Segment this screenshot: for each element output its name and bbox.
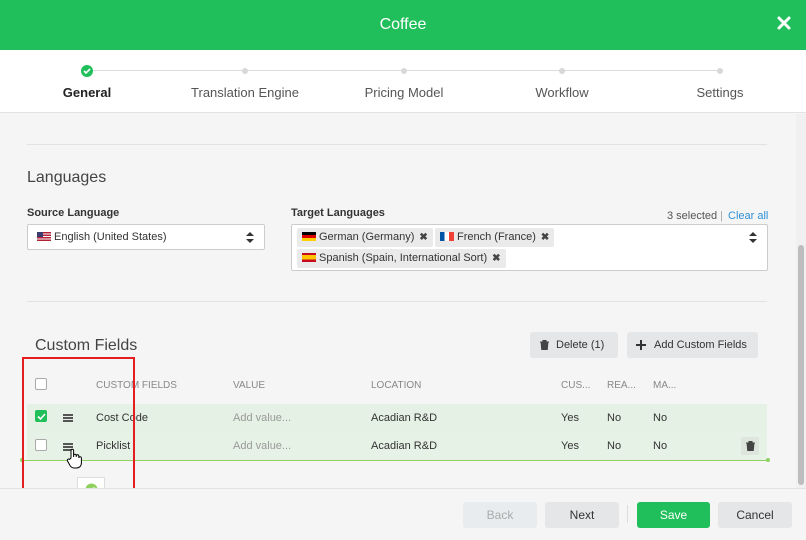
add-custom-fields-button[interactable]: Add Custom Fields: [627, 332, 758, 358]
field-rea: No: [607, 440, 622, 452]
step-dot: [401, 68, 407, 74]
step-label: Workflow: [535, 85, 589, 100]
field-cus: Yes: [561, 440, 579, 452]
selected-count: 3 selected: [667, 210, 718, 222]
column-header[interactable]: VALUE: [233, 380, 265, 391]
target-tag-german: German (Germany) ✖: [297, 228, 433, 247]
step-label: Pricing Model: [364, 85, 444, 100]
us-flag-icon: [37, 232, 51, 241]
fr-flag-icon: [440, 232, 454, 241]
value-input[interactable]: Add value...: [233, 412, 291, 424]
add-custom-fields-label: Add Custom Fields: [654, 339, 747, 351]
target-tag-spanish: Spanish (Spain, International Sort) ✖: [297, 249, 506, 268]
check-circle-icon: [81, 65, 93, 77]
sort-arrows-icon: [246, 232, 254, 243]
cancel-button[interactable]: Cancel: [718, 502, 792, 528]
delete-button[interactable]: Delete (1): [530, 332, 618, 358]
de-flag-icon: [302, 232, 316, 241]
step-label: Settings: [696, 85, 744, 100]
value-input[interactable]: Add value...: [233, 440, 291, 452]
source-language-label: Source Language: [27, 207, 120, 219]
plus-icon: [636, 340, 646, 350]
dialog-footer: Back Next Save Cancel: [0, 488, 806, 540]
divider: [27, 144, 767, 145]
scrollbar-thumb[interactable]: [798, 245, 804, 485]
field-ma: No: [653, 412, 668, 424]
source-language-value: English (United States): [37, 231, 167, 243]
field-ma: No: [653, 440, 668, 452]
tag-label: Spanish (Spain, International Sort): [319, 252, 488, 264]
footer-divider: [627, 505, 628, 523]
step-label: General: [62, 85, 112, 100]
target-languages-select[interactable]: German (Germany) ✖ French (France) ✖ Spani…: [291, 224, 768, 271]
dialog-header: Coffee: [0, 0, 806, 50]
remove-tag-icon[interactable]: ✖: [492, 253, 500, 264]
remove-tag-icon[interactable]: ✖: [419, 232, 427, 243]
column-header[interactable]: REA...: [607, 380, 636, 391]
divider: [27, 301, 767, 302]
column-header[interactable]: CUS...: [561, 380, 590, 391]
clear-all-link[interactable]: Clear all: [728, 210, 768, 222]
sort-arrows-icon: [749, 232, 757, 243]
field-cus: Yes: [561, 412, 579, 424]
dialog-title: Coffee: [379, 16, 427, 33]
column-header[interactable]: LOCATION: [371, 380, 421, 391]
trash-icon: [746, 441, 755, 451]
close-icon[interactable]: [776, 15, 792, 31]
field-rea: No: [607, 412, 622, 424]
step-dot: [559, 68, 565, 74]
custom-fields-title: Custom Fields: [35, 337, 138, 354]
target-languages-label: Target Languages: [291, 207, 385, 219]
source-language-select[interactable]: English (United States): [27, 224, 265, 250]
step-dot: [242, 68, 248, 74]
tag-label: German (Germany): [319, 231, 415, 243]
field-location: Acadian R&D: [371, 440, 438, 452]
delete-button-label: Delete (1): [556, 339, 605, 351]
es-flag-icon: [302, 253, 316, 262]
back-button[interactable]: Back: [463, 502, 537, 528]
count-separator: |: [720, 210, 723, 222]
row-delete-button[interactable]: [741, 437, 759, 455]
field-location: Acadian R&D: [371, 412, 438, 424]
tag-label: French (France): [457, 231, 536, 243]
languages-title: Languages: [27, 169, 107, 186]
source-language-text: English (United States): [54, 231, 167, 243]
target-tag-french: French (France) ✖: [435, 228, 555, 247]
remove-tag-icon[interactable]: ✖: [541, 232, 549, 243]
next-button[interactable]: Next: [545, 502, 619, 528]
column-header[interactable]: MA...: [653, 380, 676, 391]
step-dot: [717, 68, 723, 74]
wizard-stepper: General Translation Engine Pricing Model…: [0, 50, 806, 113]
save-button[interactable]: Save: [637, 502, 710, 528]
trash-icon: [540, 340, 549, 350]
step-label: Translation Engine: [191, 85, 299, 100]
